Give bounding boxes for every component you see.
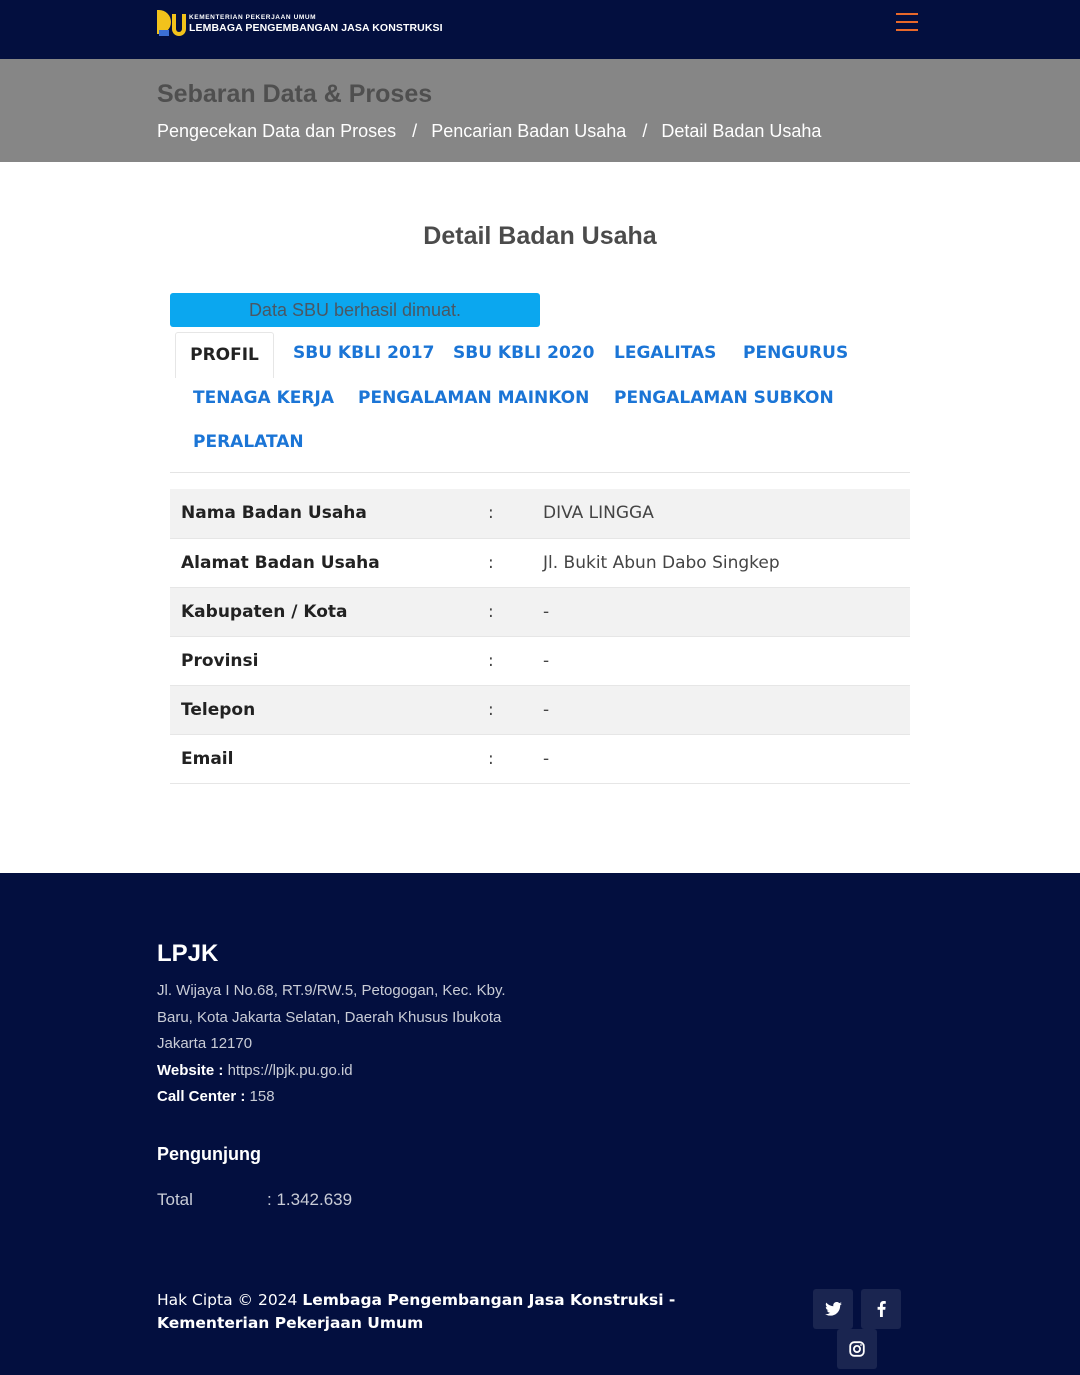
table-row: Provinsi : - xyxy=(170,636,910,685)
breadcrumb-item-pencarian[interactable]: Pencarian Badan Usaha xyxy=(431,121,626,142)
total-label: Total xyxy=(157,1190,193,1209)
table-row: Alamat Badan Usaha : Jl. Bukit Abun Dabo… xyxy=(170,538,910,587)
row-value: - xyxy=(543,601,550,622)
visitors-total: Total : 1.342.639 xyxy=(157,1190,352,1210)
tab-sbu-kbli-2017[interactable]: SBU KBLI 2017 xyxy=(293,343,434,363)
table-row: Nama Badan Usaha : DIVA LINGGA xyxy=(170,489,910,538)
logo-ministry-text: KEMENTERIAN PEKERJAAN UMUM xyxy=(189,14,317,21)
row-colon: : xyxy=(488,650,494,671)
row-label: Email xyxy=(181,748,234,769)
table-row: Kabupaten / Kota : - xyxy=(170,587,910,636)
row-label: Kabupaten / Kota xyxy=(181,601,348,622)
total-value: : 1.342.639 xyxy=(267,1190,353,1209)
page-title: Sebaran Data & Proses xyxy=(157,80,433,108)
footer-address: Jl. Wijaya I No.68, RT.9/RW.5, Petogogan… xyxy=(157,982,506,1052)
breadcrumb-item-pengecekan[interactable]: Pengecekan Data dan Proses xyxy=(157,121,396,142)
tab-pengalaman-mainkon[interactable]: PENGALAMAN MAINKON xyxy=(358,388,589,408)
tab-peralatan[interactable]: PERALATAN xyxy=(193,432,304,452)
page-header: Sebaran Data & Proses Pengecekan Data da… xyxy=(0,59,1080,162)
row-value: Jl. Bukit Abun Dabo Singkep xyxy=(543,552,780,573)
tab-profil[interactable]: PROFIL xyxy=(175,332,274,378)
copyright: Hak Cipta © 2024 Lembaga Pengembangan Ja… xyxy=(157,1289,737,1335)
detail-tabs: PROFIL SBU KBLI 2017 SBU KBLI 2020 LEGAL… xyxy=(170,332,910,473)
facebook-icon[interactable] xyxy=(861,1289,901,1329)
row-label: Nama Badan Usaha xyxy=(181,503,367,524)
website-link[interactable]: https://lpjk.pu.go.id xyxy=(228,1062,353,1079)
table-row: Telepon : - xyxy=(170,685,910,734)
lpjk-logo[interactable]: KEMENTERIAN PEKERJAAN UMUM LEMBAGA PENGE… xyxy=(157,10,443,38)
row-colon: : xyxy=(488,552,494,573)
breadcrumb-separator: / xyxy=(642,121,648,141)
tab-pengalaman-subkon[interactable]: PENGALAMAN SUBKON xyxy=(614,388,834,408)
visitors-title: Pengunjung xyxy=(157,1144,261,1164)
footer-contact: Jl. Wijaya I No.68, RT.9/RW.5, Petogogan… xyxy=(157,978,517,1111)
tab-legalitas[interactable]: LEGALITAS xyxy=(614,343,716,363)
row-label: Telepon xyxy=(181,699,256,720)
pu-logo-icon xyxy=(157,10,187,38)
row-label: Provinsi xyxy=(181,650,259,671)
footer: LPJK Jl. Wijaya I No.68, RT.9/RW.5, Peto… xyxy=(0,873,1080,1375)
row-colon: : xyxy=(488,601,494,622)
row-value: - xyxy=(543,699,550,720)
row-label: Alamat Badan Usaha xyxy=(181,552,380,573)
section-title: Detail Badan Usaha xyxy=(423,222,657,250)
twitter-icon[interactable] xyxy=(813,1289,853,1329)
footer-brand: LPJK xyxy=(157,940,219,967)
row-colon: : xyxy=(488,699,494,720)
row-value: - xyxy=(543,748,550,769)
copyright-prefix: Hak Cipta © 2024 xyxy=(157,1291,298,1309)
tab-pengurus[interactable]: PENGURUS xyxy=(743,343,848,363)
tab-tenaga-kerja[interactable]: TENAGA KERJA xyxy=(193,388,334,408)
breadcrumb-item-current: Detail Badan Usaha xyxy=(661,121,822,141)
success-alert: Data SBU berhasil dimuat. xyxy=(170,293,540,327)
row-colon: : xyxy=(488,503,494,524)
callcenter-label: Call Center : xyxy=(157,1088,246,1105)
profile-table: Nama Badan Usaha : DIVA LINGGA Alamat Ba… xyxy=(170,489,910,784)
navbar: KEMENTERIAN PEKERJAAN UMUM LEMBAGA PENGE… xyxy=(0,0,1080,59)
breadcrumb-separator: / xyxy=(412,121,418,141)
row-colon: : xyxy=(488,748,494,769)
tab-sbu-kbli-2020[interactable]: SBU KBLI 2020 xyxy=(453,343,594,363)
website-label: Website : xyxy=(157,1061,224,1079)
hamburger-menu-icon[interactable] xyxy=(896,13,920,33)
row-value: - xyxy=(543,650,550,671)
logo-agency-text: LEMBAGA PENGEMBANGAN JASA KONSTRUKSI xyxy=(189,21,443,34)
callcenter-number: 158 xyxy=(249,1088,275,1105)
row-value: DIVA LINGGA xyxy=(543,503,654,524)
breadcrumb: Pengecekan Data dan Proses / Pencarian B… xyxy=(157,121,821,142)
instagram-icon[interactable] xyxy=(837,1329,877,1369)
table-row: Email : - xyxy=(170,734,910,783)
